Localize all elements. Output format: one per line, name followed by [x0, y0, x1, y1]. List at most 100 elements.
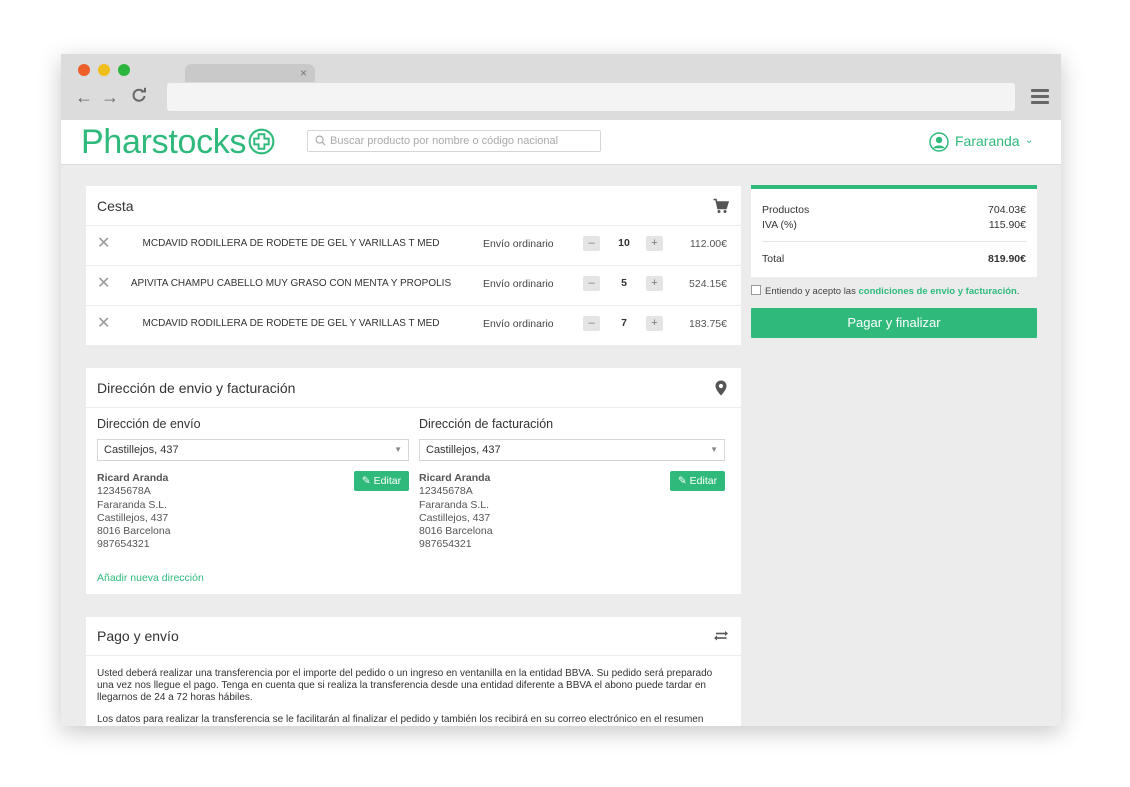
address-id: 12345678A — [419, 485, 473, 498]
address-phone: 987654321 — [97, 538, 150, 551]
logo-cross-icon — [248, 128, 275, 154]
terms-checkbox[interactable] — [751, 285, 761, 295]
pencil-icon: ✎ — [677, 475, 687, 487]
billing-address-select[interactable]: Castillejos, 437 ▼ — [419, 439, 725, 461]
cart-card: Cesta ✕ MCDAVID RODILLERA DE RODETE DE G… — [86, 186, 741, 345]
reload-icon[interactable] — [131, 87, 147, 107]
increase-qty-button[interactable]: + — [646, 276, 663, 291]
billing-address-details: Ricard Aranda 12345678A Fararanda S.L. C… — [419, 472, 493, 552]
decrease-qty-button[interactable]: – — [583, 236, 600, 251]
address-phone: 987654321 — [419, 538, 472, 551]
back-arrow-icon[interactable]: ← — [75, 87, 93, 107]
shipping-method: Envío ordinario — [483, 278, 554, 290]
browser-window: × ← → Pharstocks Fararanda ⌄ — [61, 54, 1061, 726]
cart-row: ✕ MCDAVID RODILLERA DE RODETE DE GEL Y V… — [86, 225, 741, 265]
logo-text: Pharstocks — [81, 123, 247, 161]
payment-title: Pago y envío — [97, 628, 179, 644]
tab-close-icon[interactable]: × — [300, 65, 307, 81]
total-label: Total — [762, 253, 785, 265]
item-price: 183.75€ — [689, 318, 727, 330]
iva-value: 115.90€ — [988, 219, 1026, 231]
divider — [86, 407, 741, 408]
product-name: MCDAVID RODILLERA DE RODETE DE GEL Y VAR… — [142, 318, 440, 329]
browser-chrome: × ← → — [61, 54, 1061, 120]
site-header: Pharstocks Fararanda ⌄ — [61, 120, 1061, 165]
product-name: APIVITA CHAMPU CABELLO MUY GRASO CON MEN… — [130, 278, 452, 289]
shipping-address-label: Dirección de envío — [97, 417, 201, 431]
user-name: Fararanda — [955, 133, 1020, 149]
address-card: Dirección de envio y facturación Direcci… — [86, 368, 741, 594]
dropdown-caret-icon: ▼ — [710, 445, 718, 454]
increase-qty-button[interactable]: + — [646, 316, 663, 331]
product-name: MCDAVID RODILLERA DE RODETE DE GEL Y VAR… — [142, 238, 440, 249]
remove-item-icon[interactable]: ✕ — [97, 276, 110, 292]
decrease-qty-button[interactable]: – — [583, 276, 600, 291]
add-address-link[interactable]: Añadir nueva dirección — [97, 572, 204, 584]
menu-icon[interactable] — [1031, 89, 1049, 107]
products-label: Productos — [762, 204, 810, 216]
dropdown-caret-icon: ▼ — [394, 445, 402, 454]
remove-item-icon[interactable]: ✕ — [97, 236, 110, 252]
quantity-value: 10 — [618, 237, 630, 249]
address-title: Dirección de envio y facturación — [97, 380, 296, 396]
search-box[interactable] — [307, 130, 601, 152]
shipping-address-select[interactable]: Castillejos, 437 ▼ — [97, 439, 409, 461]
quantity-value: 5 — [621, 277, 627, 289]
address-company: Fararanda S.L. — [97, 498, 168, 511]
terms-text: Entiendo y acepto las — [765, 286, 856, 297]
cart-row: ✕ MCDAVID RODILLERA DE RODETE DE GEL Y V… — [86, 305, 741, 345]
reload-icon-svg — [132, 87, 146, 102]
payment-instructions-continued: Los datos para realizar la transferencia… — [97, 714, 704, 725]
address-name: Ricard Aranda — [97, 472, 169, 484]
forward-arrow-icon[interactable]: → — [101, 87, 119, 107]
terms-link[interactable]: condiciones de envio y facturación — [858, 286, 1016, 297]
address-city: 8016 Barcelona — [419, 525, 493, 538]
order-summary: Productos 704.03€ IVA (%) 115.90€ Total … — [751, 185, 1037, 277]
pencil-icon: ✎ — [361, 475, 371, 487]
logo[interactable]: Pharstocks — [81, 122, 275, 162]
billing-address-value: Castillejos, 437 — [426, 444, 501, 456]
total-value: 819.90€ — [988, 253, 1026, 265]
quantity-value: 7 — [621, 317, 627, 329]
decrease-qty-button[interactable]: – — [583, 316, 600, 331]
minimize-window-dot[interactable] — [98, 64, 110, 76]
maximize-window-dot[interactable] — [118, 64, 130, 76]
shipping-method: Envío ordinario — [483, 318, 554, 330]
divider — [86, 655, 741, 656]
iva-label: IVA (%) — [762, 219, 797, 231]
edit-billing-address-button[interactable]: ✎ Editar — [670, 471, 725, 491]
item-price: 112.00€ — [689, 238, 727, 250]
close-window-dot[interactable] — [78, 64, 90, 76]
cart-row: ✕ APIVITA CHAMPU CABELLO MUY GRASO CON M… — [86, 265, 741, 305]
payment-card: Pago y envío Usted deberá realizar una t… — [86, 617, 741, 726]
address-company: Fararanda S.L. — [419, 498, 490, 511]
divider — [762, 241, 1026, 242]
terms-acceptance: Entiendo y acepto las condiciones de env… — [751, 285, 1020, 298]
search-input[interactable] — [330, 131, 590, 151]
chevron-down-icon: ⌄ — [1025, 135, 1034, 146]
products-value: 704.03€ — [988, 204, 1026, 216]
address-id: 12345678A — [97, 485, 151, 498]
swap-arrows-icon — [714, 631, 728, 641]
address-city: 8016 Barcelona — [97, 525, 171, 538]
cart-title: Cesta — [97, 198, 134, 214]
address-name: Ricard Aranda — [419, 472, 491, 484]
edit-label: Editar — [689, 475, 718, 487]
remove-item-icon[interactable]: ✕ — [97, 316, 110, 332]
shipping-method: Envío ordinario — [483, 238, 554, 250]
cart-icon — [713, 198, 729, 213]
billing-address-label: Dirección de facturación — [419, 417, 554, 431]
address-bar[interactable] — [167, 83, 1015, 111]
shipping-address-value: Castillejos, 437 — [104, 444, 179, 456]
user-avatar-icon — [929, 132, 949, 152]
address-street: Castillejos, 437 — [97, 511, 169, 524]
browser-tab[interactable]: × — [185, 64, 315, 82]
increase-qty-button[interactable]: + — [646, 236, 663, 251]
edit-shipping-address-button[interactable]: ✎ Editar — [354, 471, 409, 491]
address-street: Castillejos, 437 — [419, 511, 491, 524]
terms-end: . — [1016, 286, 1020, 297]
edit-label: Editar — [373, 475, 402, 487]
payment-instructions: Usted deberá realizar una transferencia … — [97, 668, 713, 703]
item-price: 524.15€ — [689, 278, 727, 290]
pay-and-finish-button[interactable]: Pagar y finalizar — [751, 308, 1037, 338]
